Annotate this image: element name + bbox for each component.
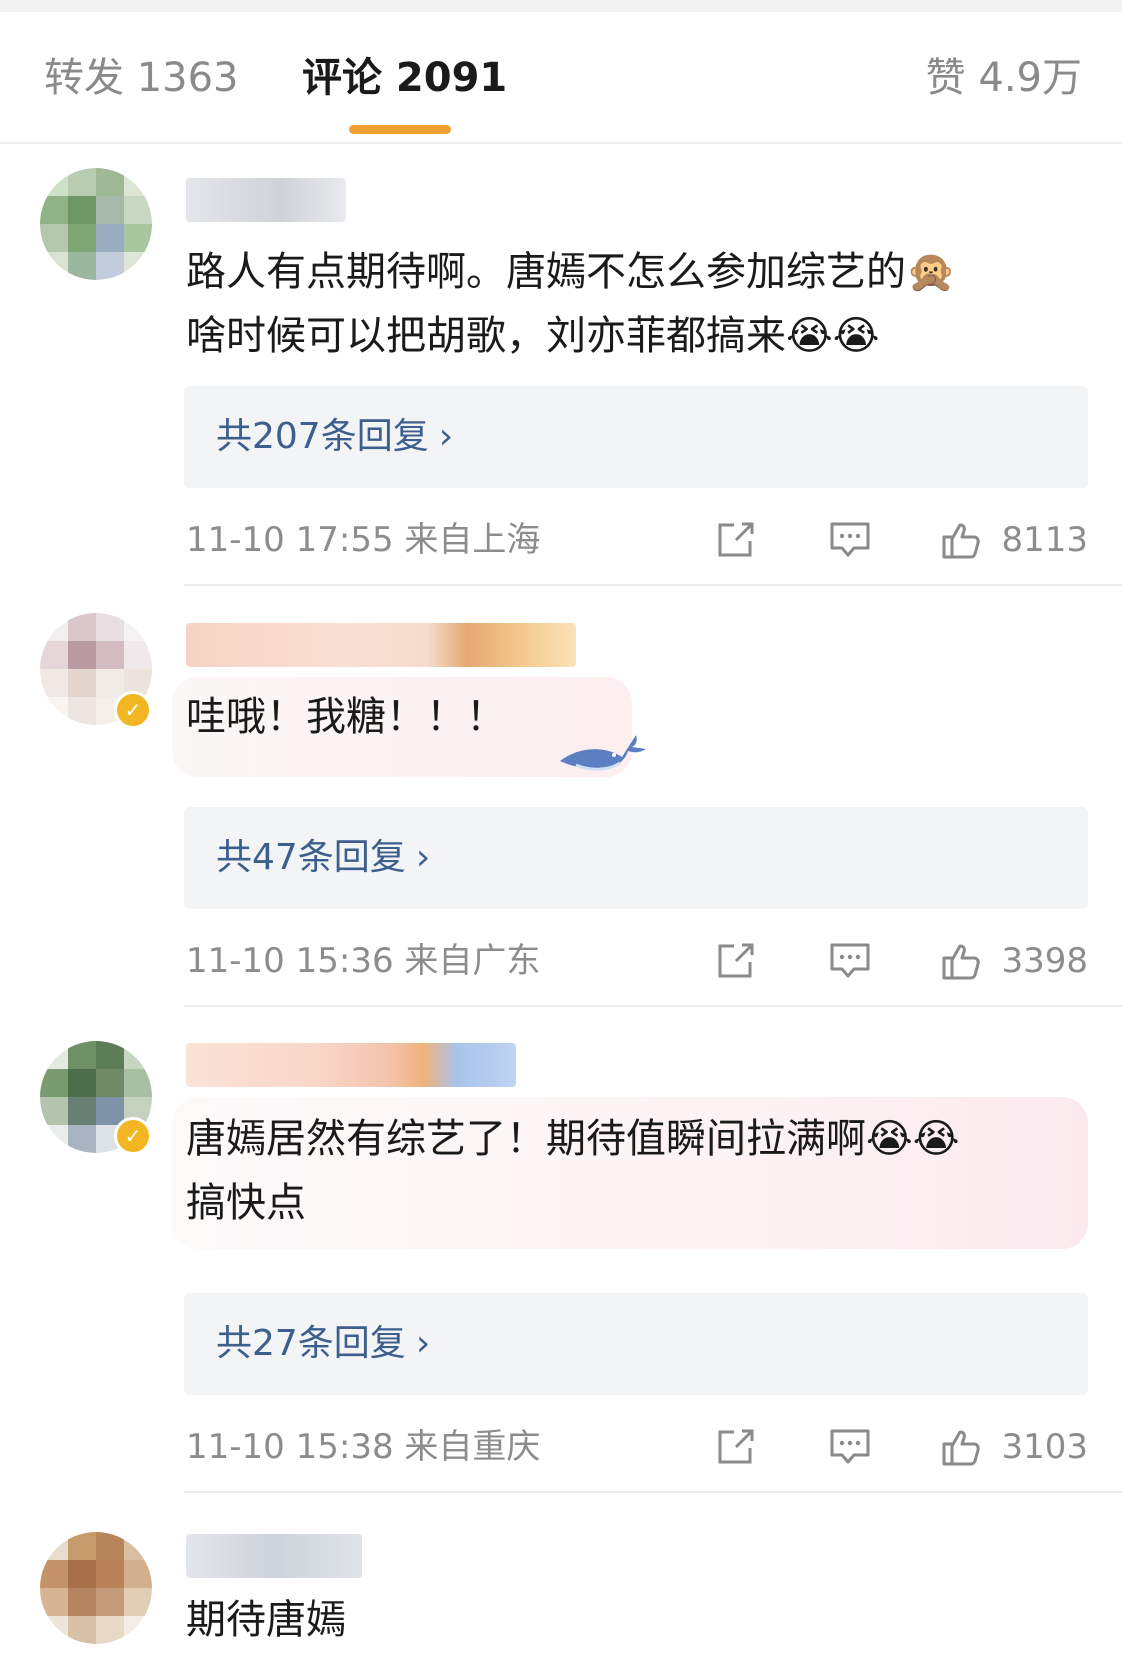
view-replies-link[interactable]: 共27条回复 › [216, 1319, 430, 1369]
chevron-right-icon: › [415, 837, 431, 878]
comment-timestamp: 11-10 15:36 来自广东 [186, 937, 540, 985]
replies-count-label: 共47条回复 [216, 837, 406, 878]
chevron-right-icon: › [438, 416, 454, 457]
comment-location: 来自上海 [404, 520, 541, 560]
status-strip [0, 0, 1122, 12]
comment-time: 11-10 15:38 [186, 1427, 394, 1467]
thumbs-up-icon[interactable] [940, 941, 984, 981]
comment-text-line: 哇哦！我糖！！！ [186, 694, 506, 740]
comment-meta: 11-10 15:38 来自重庆 3103 [186, 1417, 1088, 1477]
chevron-right-icon: › [415, 1323, 431, 1364]
share-icon[interactable] [714, 520, 758, 560]
comment-meta: 11-10 15:36 来自广东 3398 [186, 931, 1088, 991]
comment-text: 期待唐嫣 [186, 1588, 1046, 1652]
comment-item: 路人有点期待啊。唐嫣不怎么参加综艺的🙊 啥时候可以把胡歌，刘亦菲都搞来😭😭 共2… [0, 160, 1122, 586]
comment-timestamp: 11-10 15:38 来自重庆 [186, 1423, 540, 1471]
replies-count-label: 共27条回复 [216, 1323, 406, 1364]
replies-box[interactable]: 共47条回复 › [184, 807, 1088, 909]
comment-meta: 11-10 17:55 来自上海 8113 [186, 510, 1088, 570]
tab-comments[interactable]: 评论 2091 [302, 50, 507, 106]
comment-time: 11-10 17:55 [186, 520, 394, 560]
comment-text-line: 搞快点 [186, 1180, 306, 1226]
comment-text-line: 啥时候可以把胡歌，刘亦菲都搞来😭😭 [186, 313, 880, 359]
comment-item: 期待唐嫣 [0, 1492, 1122, 1665]
share-icon[interactable] [714, 941, 758, 981]
verified-badge-icon: ✓ [114, 691, 152, 729]
username-blurred[interactable] [186, 1534, 362, 1578]
comment-text: 哇哦！我糖！！！ [186, 685, 1046, 749]
username-blurred[interactable] [186, 623, 576, 667]
avatar[interactable] [40, 168, 152, 280]
avatar[interactable] [40, 1532, 152, 1644]
username-blurred[interactable] [186, 1043, 516, 1087]
comment-icon[interactable] [828, 941, 872, 981]
like-count: 8113 [1001, 520, 1088, 560]
view-replies-link[interactable]: 共207条回复 › [216, 412, 453, 462]
like-count: 3103 [1001, 1427, 1088, 1467]
verified-badge-icon: ✓ [114, 1117, 152, 1155]
comment-location: 来自重庆 [404, 1427, 541, 1467]
like-count: 3398 [1001, 941, 1088, 981]
comment-timestamp: 11-10 17:55 来自上海 [186, 516, 540, 564]
share-icon[interactable] [714, 1427, 758, 1467]
thumbs-up-icon[interactable] [940, 520, 984, 560]
active-tab-indicator [349, 125, 451, 134]
avatar-pixelated-image [40, 168, 152, 280]
comment-item: ✓ 唐嫣居然有综艺了！期待值瞬间拉满啊😭😭 搞快点 共27条回复 › 11-10 … [0, 1007, 1122, 1493]
tab-bar: 转发 1363 评论 2091 赞 4.9万 [0, 12, 1122, 144]
comment-text-line: 期待唐嫣 [186, 1597, 346, 1643]
comment-text-line: 唐嫣居然有综艺了！期待值瞬间拉满啊😭😭 [186, 1116, 960, 1162]
tab-likes[interactable]: 赞 4.9万 [926, 50, 1082, 106]
thumbs-up-icon[interactable] [940, 1427, 984, 1467]
replies-count-label: 共207条回复 [216, 416, 429, 457]
replies-box[interactable]: 共27条回复 › [184, 1293, 1088, 1395]
comment-text-line: 路人有点期待啊。唐嫣不怎么参加综艺的🙊 [186, 249, 956, 295]
comment-time: 11-10 15:36 [186, 941, 394, 981]
comment-item: ✓ 哇哦！我糖！！！ 共47条回复 › 11-10 15:36 来自广东 3398 [0, 585, 1122, 1010]
replies-box[interactable]: 共207条回复 › [184, 386, 1088, 488]
comment-location: 来自广东 [404, 941, 541, 981]
tab-reposts[interactable]: 转发 1363 [44, 50, 239, 106]
comment-icon[interactable] [828, 520, 872, 560]
avatar-pixelated-image [40, 1532, 152, 1644]
comment-icon[interactable] [828, 1427, 872, 1467]
view-replies-link[interactable]: 共47条回复 › [216, 833, 430, 883]
comment-text: 唐嫣居然有综艺了！期待值瞬间拉满啊😭😭 搞快点 [186, 1107, 1046, 1235]
username-blurred[interactable] [186, 178, 346, 222]
comment-text: 路人有点期待啊。唐嫣不怎么参加综艺的🙊 啥时候可以把胡歌，刘亦菲都搞来😭😭 [186, 240, 1046, 368]
